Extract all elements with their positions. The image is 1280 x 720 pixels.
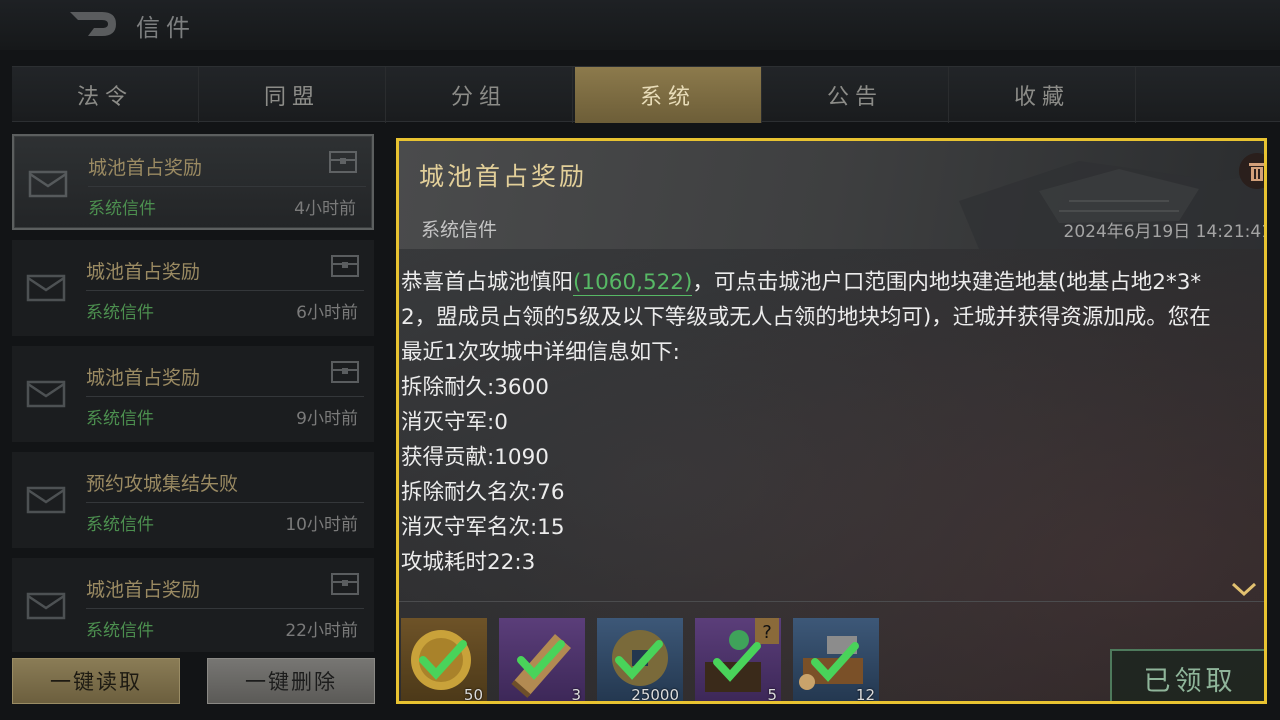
- trash-icon[interactable]: [1239, 153, 1267, 189]
- body-line: 最近1次攻城中详细信息如下:: [401, 340, 680, 365]
- mail-list-item[interactable]: 城池首占奖励 系统信件 9小时前: [12, 346, 374, 442]
- chest-icon: [329, 151, 357, 173]
- reward-quantity: 5: [767, 686, 777, 704]
- envelope-icon: [26, 592, 66, 620]
- reward-item[interactable]: 25000: [597, 618, 683, 704]
- tab-decree[interactable]: 法令: [12, 67, 199, 123]
- claimed-status-button[interactable]: 已领取: [1110, 649, 1264, 701]
- mail-sender: 系统信件: [86, 409, 154, 429]
- tab-favorites[interactable]: 收藏: [949, 67, 1136, 123]
- tab-system[interactable]: 系统: [575, 67, 762, 123]
- mail-sender: 系统信件: [86, 621, 154, 641]
- mail-list-item[interactable]: 城池首占奖励 系统信件 22小时前: [12, 558, 374, 652]
- body-line: 2，盟成员占领的5级及以下等级或无人占领的地块均可)，迁城并获得资源加成。您在: [401, 305, 1211, 330]
- tab-announcement[interactable]: 公告: [762, 67, 949, 123]
- mail-time: 9小时前: [296, 409, 358, 429]
- body-text-segment: 恭喜首占城池慎阳: [401, 270, 574, 295]
- stat-line: 拆除耐久名次:76: [401, 480, 565, 505]
- tab-bar: 法令 同盟 分组 系统 公告 收藏: [12, 66, 1280, 123]
- chest-icon: [331, 573, 359, 595]
- stat-line: 获得贡献:1090: [401, 445, 549, 470]
- mail-list-item[interactable]: 预约攻城集结失败 系统信件 10小时前: [12, 452, 374, 548]
- mail-sender: 系统信件: [86, 303, 154, 323]
- back-arrow-icon[interactable]: [66, 8, 120, 42]
- envelope-icon: [28, 170, 68, 198]
- detail-sender: 系统信件: [421, 219, 498, 241]
- divider: [86, 290, 364, 291]
- tab-alliance[interactable]: 同盟: [199, 67, 386, 123]
- divider: [88, 186, 366, 187]
- mail-subject: 城池首占奖励: [86, 261, 201, 283]
- mail-subject: 城池首占奖励: [88, 157, 203, 179]
- body-text-segment: ，可点击城池户口范围内地块建造地基(地基占地2*3*: [692, 270, 1202, 295]
- svg-text:?: ?: [762, 622, 772, 643]
- envelope-icon: [26, 380, 66, 408]
- reward-item[interactable]: 50: [401, 618, 487, 704]
- mail-body: 恭喜首占城池慎阳(1060,522)，可点击城池户口范围内地块建造地基(地基占地…: [401, 265, 1264, 580]
- header-bar: 信件: [0, 0, 1280, 50]
- delete-all-button[interactable]: 一键删除: [207, 658, 375, 704]
- mail-list-item[interactable]: 城池首占奖励 系统信件 6小时前: [12, 240, 374, 336]
- page-title: 信件: [136, 14, 196, 42]
- mail-time: 22小时前: [285, 621, 358, 641]
- reward-quantity: 3: [571, 686, 581, 704]
- divider: [86, 608, 364, 609]
- reward-quantity: 25000: [631, 686, 679, 704]
- mail-subject: 城池首占奖励: [86, 579, 201, 601]
- stat-line: 消灭守军名次:15: [401, 515, 565, 540]
- stat-line: 拆除耐久:3600: [401, 375, 549, 400]
- stat-line: 攻城耗时22:3: [401, 550, 536, 575]
- body-line: 恭喜首占城池慎阳(1060,522)，可点击城池户口范围内地块建造地基(地基占地…: [401, 265, 1264, 300]
- reward-item[interactable]: 12: [793, 618, 879, 704]
- mail-subject: 预约攻城集结失败: [86, 473, 239, 495]
- mail-subject: 城池首占奖励: [86, 367, 201, 389]
- mail-time: 4小时前: [294, 199, 356, 219]
- chest-icon: [331, 255, 359, 277]
- stat-line: 消灭守军:0: [401, 410, 508, 435]
- mail-time: 10小时前: [285, 515, 358, 535]
- divider: [399, 601, 1264, 602]
- chest-icon: [331, 361, 359, 383]
- mail-sender: 系统信件: [86, 515, 154, 535]
- chevron-down-icon[interactable]: [1231, 581, 1257, 597]
- reward-quantity: 50: [463, 686, 483, 704]
- divider: [86, 502, 364, 503]
- envelope-icon: [26, 274, 66, 302]
- mail-list-item[interactable]: 城池首占奖励 系统信件 4小时前: [12, 134, 374, 230]
- mail-detail-panel: 城池首占奖励 系统信件 2024年6月19日 14:21:41 恭喜首占城池慎阳…: [396, 138, 1267, 704]
- reward-item[interactable]: ? 5: [695, 618, 781, 704]
- detail-title: 城池首占奖励: [419, 162, 588, 191]
- detail-date: 2024年6月19日 14:21:41: [1063, 222, 1267, 242]
- reward-item[interactable]: 3: [499, 618, 585, 704]
- mail-sender: 系统信件: [88, 199, 156, 219]
- divider: [86, 396, 364, 397]
- mail-time: 6小时前: [296, 303, 358, 323]
- coordinate-link[interactable]: (1060,522): [573, 270, 693, 296]
- detail-header: 城池首占奖励 系统信件 2024年6月19日 14:21:41: [399, 141, 1264, 249]
- envelope-icon: [26, 486, 66, 514]
- read-all-button[interactable]: 一键读取: [12, 658, 180, 704]
- tab-group[interactable]: 分组: [386, 67, 573, 123]
- reward-quantity: 12: [855, 686, 875, 704]
